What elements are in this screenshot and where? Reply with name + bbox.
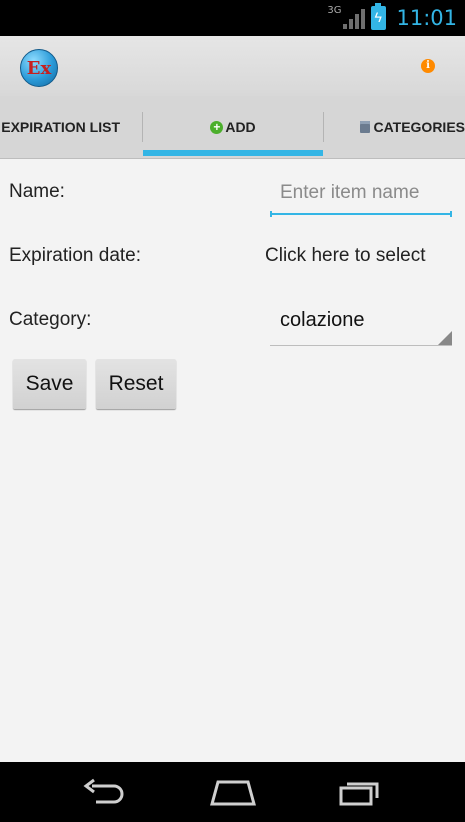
tab-categories[interactable]: CATEGORIES (324, 96, 465, 158)
clock: 11:01 (396, 6, 457, 30)
network-type: 3G (327, 4, 342, 16)
add-item-form: Name: Expiration date: Click here to sel… (0, 159, 465, 762)
reset-button[interactable]: Reset (96, 359, 176, 409)
expiration-date-picker[interactable]: Click here to select (265, 245, 426, 267)
navigation-bar (0, 762, 465, 822)
expiration-date-label: Expiration date: (9, 245, 142, 266)
name-field-container (270, 173, 452, 217)
tab-expiration-list[interactable]: EXPIRATION LIST (0, 96, 142, 158)
input-underline-left (270, 211, 272, 217)
home-icon (210, 780, 256, 806)
list-icon (360, 121, 371, 133)
info-icon[interactable]: i (421, 59, 435, 73)
category-selected-value: colazione (280, 309, 365, 331)
back-button[interactable] (75, 774, 135, 810)
item-name-input[interactable] (270, 173, 452, 215)
selected-tab-indicator (143, 150, 323, 156)
app-logo[interactable]: Ex (20, 49, 58, 87)
plus-circle-icon: + (210, 120, 224, 134)
battery-icon: ϟ (371, 3, 387, 30)
tab-label: CATEGORIES (373, 119, 465, 135)
home-button[interactable] (203, 774, 263, 810)
logo-text: Ex (26, 57, 52, 79)
tab-label: ADD (225, 119, 256, 135)
status-bar: 3G ϟ 11:01 (0, 0, 465, 36)
category-spinner[interactable]: colazione (270, 299, 452, 346)
spinner-arrow-icon (438, 331, 452, 345)
back-icon (83, 778, 124, 804)
recent-apps-button[interactable] (330, 774, 390, 810)
input-underline-right (450, 211, 452, 217)
status-icons: 3G ϟ 11:01 (327, 0, 457, 36)
recent-apps-icon (339, 782, 379, 806)
tab-label: EXPIRATION LIST (1, 119, 120, 135)
category-label: Category: (9, 309, 92, 330)
save-button[interactable]: Save (13, 359, 86, 409)
tab-bar: EXPIRATION LIST + ADD CATEGORIES (0, 96, 465, 159)
signal-icon (343, 7, 366, 29)
action-bar: Ex i (0, 36, 465, 96)
tab-add[interactable]: + ADD (143, 96, 323, 158)
name-label: Name: (9, 181, 65, 202)
